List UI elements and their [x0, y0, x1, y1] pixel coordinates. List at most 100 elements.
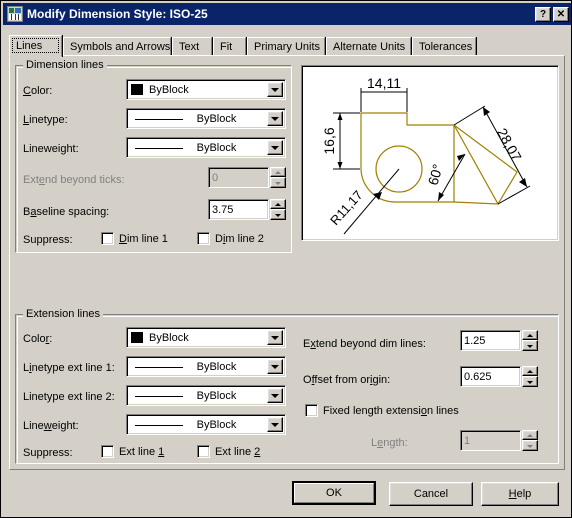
stepper-down-icon[interactable] [522, 376, 538, 387]
tab-label: Symbols and Arrows [70, 41, 171, 53]
checkbox-label: Dim line 1 [119, 232, 168, 245]
dim-text-60-deg: 60° [425, 162, 446, 187]
length-stepper[interactable]: 1 [460, 430, 538, 451]
close-icon[interactable]: ✕ [553, 6, 569, 22]
modify-dimension-style-dialog: Modify Dimension Style: ISO-25 ? ✕ Lines… [0, 0, 572, 518]
ext-color-combo[interactable]: ByBlock [126, 327, 286, 348]
fixed-length-extension-lines-checkbox[interactable]: Fixed length extension lines [305, 404, 459, 417]
dim-top-horizontal [360, 88, 408, 112]
tab-label: Tolerances [419, 41, 473, 53]
stepper-buttons[interactable] [522, 366, 538, 387]
ext-lineweight-value: ByBlock [196, 418, 237, 431]
autocad-dimstyle-icon [7, 6, 23, 22]
dim-linetype-combo[interactable]: ByBlock [126, 108, 286, 129]
ext-linetype-2-value: ByBlock [196, 389, 237, 402]
dim-color-label: Color: [23, 85, 53, 97]
suppress-ext-line-2-checkbox[interactable]: Ext line 2 [197, 445, 260, 458]
ext-linetype-2-label: Linetype ext line 2: [23, 391, 115, 403]
tab-alternate-units[interactable]: Alternate Units [326, 37, 411, 56]
help-button[interactable]: Help [481, 482, 559, 506]
dimension-lines-title: Dimension lines [23, 59, 107, 71]
tab-lines[interactable]: Lines [9, 35, 62, 57]
stepper-buttons[interactable] [522, 430, 538, 451]
tab-tolerances[interactable]: Tolerances [412, 37, 476, 56]
dimension-style-preview: 14,11 16,6 R11,17 60° 28,07 [301, 65, 559, 241]
offset-from-origin-stepper[interactable]: 0.625 [460, 366, 538, 387]
baseline-spacing-value: 3.75 [208, 199, 269, 220]
baseline-spacing-label: Baseline spacing: [23, 206, 110, 218]
stepper-up-icon[interactable] [522, 430, 538, 440]
dim-linetype-value: ByBlock [196, 112, 237, 125]
dim-color-combo[interactable]: ByBlock [126, 79, 286, 100]
checkbox-label: Dim line 2 [215, 232, 264, 245]
chevron-down-icon[interactable] [267, 82, 283, 97]
suppress-ext-line-1-checkbox[interactable]: Ext line 1 [101, 445, 164, 458]
ext-linetype-1-combo[interactable]: ByBlock [126, 356, 286, 377]
length-value: 1 [460, 430, 521, 451]
length-label: Length: [371, 437, 408, 449]
ext-color-label: Color: [23, 333, 53, 345]
extend-beyond-dim-lines-label: Extend beyond dim lines: [303, 338, 426, 350]
suppress-dim-line-1-checkbox[interactable]: Dim line 1 [101, 232, 168, 245]
tab-label: Alternate Units [333, 41, 406, 53]
dim-text-16-6: 16,6 [321, 127, 337, 154]
title-bar[interactable]: Modify Dimension Style: ISO-25 ? ✕ [3, 3, 571, 25]
dim-color-value: ByBlock [149, 83, 189, 96]
stepper-buttons[interactable] [270, 167, 286, 188]
checkbox-label: Fixed length extension lines [323, 404, 459, 417]
preview-drawing: 14,11 16,6 R11,17 60° 28,07 [321, 75, 531, 235]
stepper-buttons[interactable] [270, 199, 286, 220]
dim-text-14-11: 14,11 [367, 75, 401, 91]
baseline-spacing-stepper[interactable]: 3.75 [208, 199, 286, 220]
ext-lineweight-combo[interactable]: ByBlock [126, 414, 286, 435]
stepper-down-icon[interactable] [522, 340, 538, 351]
tab-label: Primary Units [254, 41, 321, 53]
chevron-down-icon[interactable] [267, 140, 283, 155]
ext-linetype-1-label: Linetype ext line 1: [23, 362, 115, 374]
chevron-down-icon[interactable] [267, 359, 283, 374]
chevron-down-icon[interactable] [267, 417, 283, 432]
tab-text[interactable]: Text [172, 37, 212, 56]
stepper-up-icon[interactable] [270, 167, 286, 177]
checkbox-icon [197, 232, 210, 245]
checkbox-icon [101, 445, 114, 458]
stepper-buttons[interactable] [522, 330, 538, 351]
tab-label: Fit [220, 41, 233, 53]
checkbox-icon [197, 445, 210, 458]
stepper-down-icon[interactable] [522, 440, 538, 451]
dim-text-r11-17: R11,17 [327, 188, 366, 228]
offset-from-origin-value: 0.625 [460, 366, 521, 387]
checkbox-label: Ext line 1 [119, 445, 165, 458]
dim-lineweight-value: ByBlock [196, 141, 237, 154]
extension-lines-title: Extension lines [23, 308, 103, 320]
stepper-down-icon[interactable] [270, 209, 286, 220]
help-titlebar-button[interactable]: ? [535, 6, 551, 22]
suppress-dim-line-2-checkbox[interactable]: Dim line 2 [197, 232, 264, 245]
extend-beyond-dim-lines-stepper[interactable]: 1.25 [460, 330, 538, 351]
ext-linetype-1-value: ByBlock [196, 360, 237, 373]
dim-lineweight-combo[interactable]: ByBlock [126, 137, 286, 158]
cancel-button[interactable]: Cancel [389, 482, 473, 506]
tab-symbols-and-arrows[interactable]: Symbols and Arrows [63, 37, 171, 56]
dim-lineweight-label: Lineweight: [23, 143, 79, 155]
extend-beyond-dim-lines-value: 1.25 [460, 330, 521, 351]
tab-fit[interactable]: Fit [213, 37, 246, 56]
chevron-down-icon[interactable] [267, 111, 283, 126]
checkbox-label: Ext line 2 [215, 445, 261, 458]
ok-button-label: OK [294, 483, 374, 503]
checkbox-icon [305, 404, 318, 417]
chevron-down-icon[interactable] [267, 388, 283, 403]
chevron-down-icon[interactable] [267, 330, 283, 345]
offset-from-origin-label: Offset from origin: [303, 374, 391, 386]
stepper-up-icon[interactable] [522, 330, 538, 340]
ok-button[interactable]: OK [292, 481, 376, 505]
ext-suppress-label: Suppress: [23, 447, 73, 459]
stepper-down-icon[interactable] [270, 177, 286, 188]
extend-beyond-ticks-stepper[interactable]: 0 [208, 167, 286, 188]
ext-linetype-2-combo[interactable]: ByBlock [126, 385, 286, 406]
tab-primary-units[interactable]: Primary Units [247, 37, 325, 56]
window-title: Modify Dimension Style: ISO-25 [27, 7, 208, 21]
tab-strip: Lines Symbols and Arrows Text Fit Primar… [9, 35, 565, 57]
stepper-up-icon[interactable] [270, 199, 286, 209]
stepper-up-icon[interactable] [522, 366, 538, 376]
